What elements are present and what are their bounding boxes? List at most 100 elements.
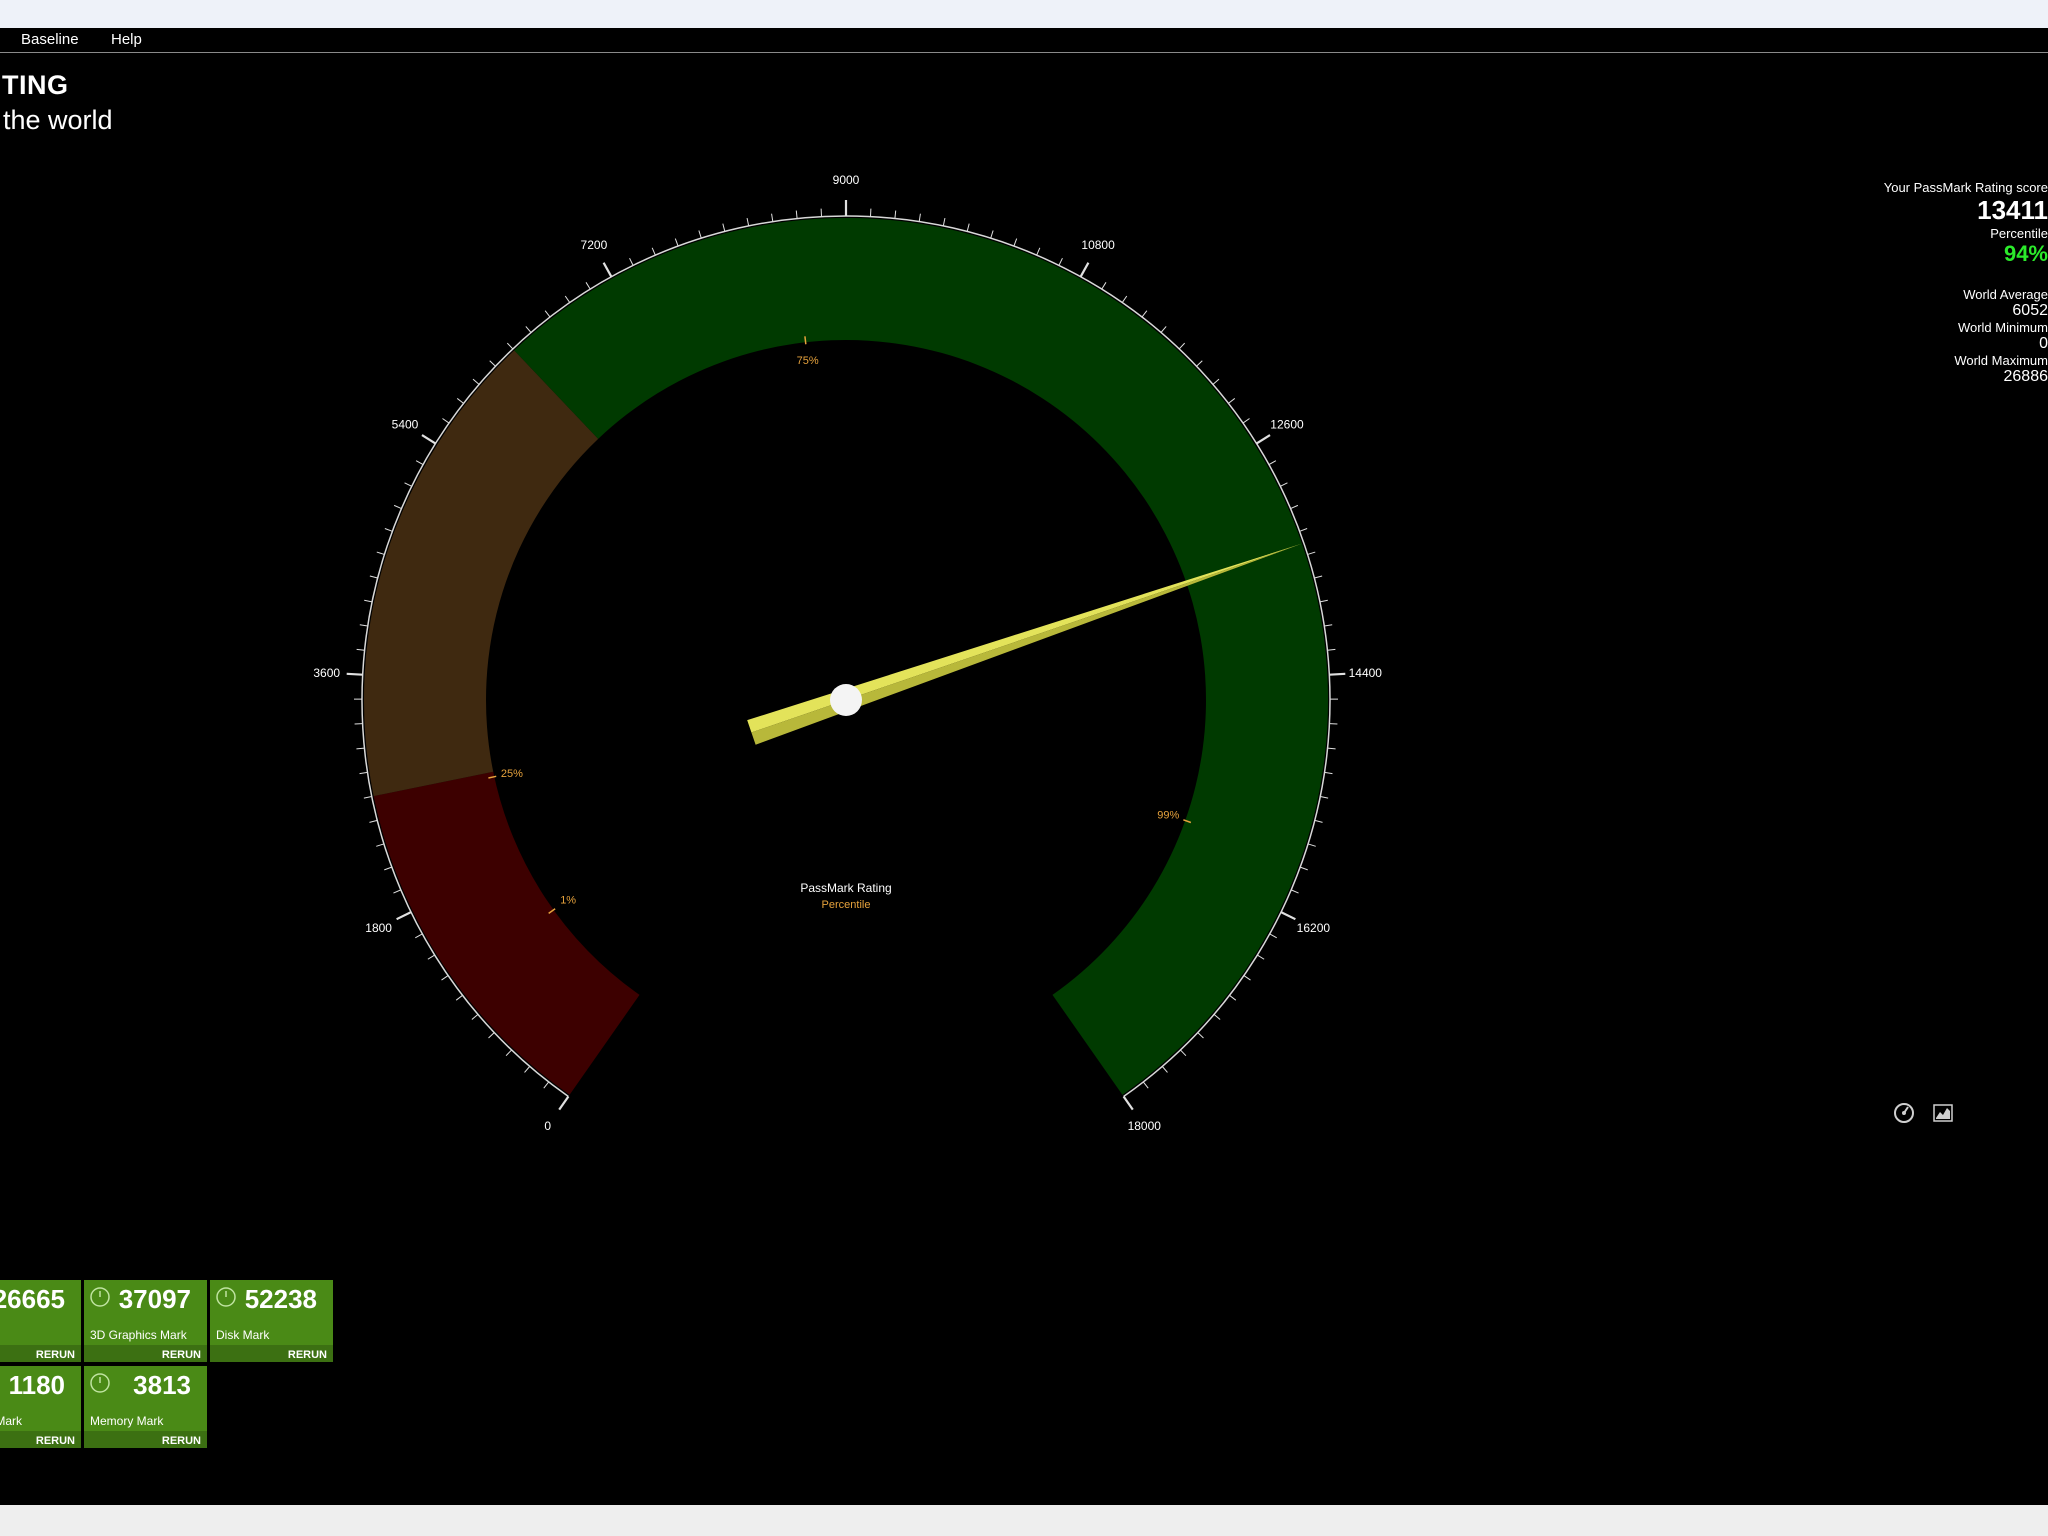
percentile-marker-label: 25% [501,768,523,780]
score-value: 13411 [1977,195,2048,225]
gauge-minor-tick [369,819,378,823]
gauge-minor-tick [966,223,970,232]
gauge-minor-tick [1058,257,1063,266]
gauge-major-tick [1280,911,1296,921]
percentile-marker [804,336,807,345]
gauge-major-tick [602,262,613,278]
gauge-minor-tick [1229,994,1237,1001]
rerun-label: RERUN [161,1435,201,1447]
tile-name: Memory Mark [90,1414,164,1428]
gauge-minor-tick [795,210,798,219]
tile-name: Disk Mark [216,1328,270,1342]
gauge-minor-tick [1327,747,1336,750]
gauge-minor-tick [506,342,514,350]
gauge-minor-tick [1180,1049,1187,1057]
gauge-minor-tick [629,257,634,266]
gauge-minor-tick [1319,599,1328,603]
gauge-minor-tick [1257,954,1265,960]
world-minimum-value: 0 [2039,335,2048,352]
gauge-minor-tick [1280,482,1288,487]
gauge-minor-tick [1242,418,1250,424]
gauge-minor-tick [544,310,551,318]
score-label: Your PassMark Rating score [1883,180,2048,195]
gauge-minor-tick [524,1066,531,1073]
gauge-minor-tick [471,1013,479,1020]
2d-graphics-mark-tile[interactable]: 1180 phics Mark RERUN [0,1366,81,1448]
gauge-minor-tick [1300,866,1308,871]
gauge-minor-tick [1101,282,1107,290]
gauge-minor-tick [359,624,368,627]
gauge-tick-label: 12600 [1270,417,1304,431]
gauge-minor-tick [543,1081,550,1089]
gauge-hub [830,684,862,716]
gauge-tick-label: 1800 [365,921,392,935]
score-panel: Your PassMark Rating score 13411 Percent… [1748,180,2048,386]
gauge-minor-tick [1320,796,1329,799]
tile-name: phics Mark [0,1414,23,1428]
gauge-band [514,218,1328,1095]
gauge-minor-tick [356,747,365,750]
gauge-minor-tick [505,1049,512,1057]
gauge-minor-tick [404,482,412,487]
gauge-tick-label: 14400 [1349,666,1383,680]
gauge-minor-tick [1268,460,1277,466]
rerun-button[interactable]: RERUN [84,1345,207,1362]
gauge-minor-tick [1013,238,1018,247]
percentile-marker-label: 1% [560,894,576,906]
stopwatch-icon [90,1373,110,1393]
memory-mark-tile[interactable]: 3813 Memory Mark RERUN [84,1366,207,1448]
gauge-minor-tick [525,326,532,333]
gauge-minor-tick [369,575,378,579]
tile-score: 52238 [244,1284,317,1314]
world-average-value: 6052 [2012,302,2048,319]
gauge-minor-tick [363,796,372,799]
3d-graphics-mark-tile[interactable]: 37097 3D Graphics Mark RERUN [84,1280,207,1362]
gauge-major-tick [396,911,412,921]
gauge-minor-tick [1269,933,1277,939]
rerun-label: RERUN [287,1349,327,1361]
gauge-minor-tick [472,378,480,385]
gauge-minor-tick [1307,551,1316,555]
gauge-minor-tick [894,210,897,219]
percentile-marker-label: 99% [1157,809,1179,821]
gauge-minor-tick [456,398,464,404]
gauge-minor-tick [1290,889,1299,894]
chart-icon[interactable] [1932,1102,1954,1124]
gauge-major-tick [1255,434,1271,445]
gauge-minor-tick [722,223,726,232]
rerun-button[interactable]: RERUN [84,1431,207,1448]
gauge-minor-tick [1314,819,1323,823]
gauge-minor-tick [427,954,435,960]
rerun-button[interactable]: RERUN [0,1345,81,1362]
tile-score: 26665 [0,1284,65,1314]
gauge-minor-tick [1161,1066,1168,1073]
gauge-minor-tick [384,528,393,532]
gauge-icon[interactable] [1893,1102,1915,1124]
gauge-minor-tick [1314,575,1323,579]
gauge-minor-tick [698,230,702,239]
gauge-minor-tick [364,599,373,603]
gauge-minor-tick [918,213,921,222]
gauge-major-tick [1122,1095,1134,1111]
gauge-minor-tick [1142,1081,1149,1089]
gauge-minor-tick [746,217,750,226]
gauge-minor-tick [990,230,994,239]
gauge-minor-tick [942,217,946,226]
gauge-minor-tick [1243,975,1251,981]
gauge-tick-label: 7200 [581,238,608,252]
rerun-label: RERUN [35,1349,75,1361]
gauge-minor-tick [1212,378,1220,385]
gauge-minor-tick [393,889,402,894]
gauge-tick-label: 18000 [1128,1119,1162,1133]
gauge-major-tick [421,434,437,445]
rerun-button[interactable]: RERUN [0,1431,81,1448]
stopwatch-icon [216,1287,236,1307]
gauge-minor-tick [384,866,392,871]
world-average-label: World Average [1963,287,2048,302]
cpu-mark-tile[interactable]: 26665 ark RERUN [0,1280,81,1362]
rerun-button[interactable]: RERUN [210,1345,333,1362]
gauge-minor-tick [441,975,449,981]
gauge-minor-tick [1160,326,1167,333]
disk-mark-tile[interactable]: 52238 Disk Mark RERUN [210,1280,333,1362]
gauge-minor-tick [564,295,571,303]
